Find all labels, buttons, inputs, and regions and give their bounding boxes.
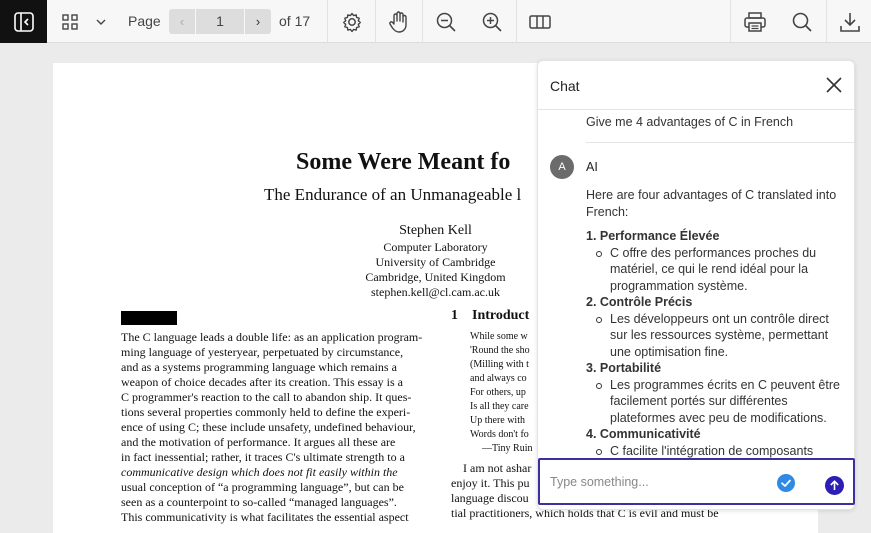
toolbar-divider [327,0,328,43]
settings-button[interactable] [329,0,374,43]
epigraph-line: Words don't fo [470,429,529,440]
download-icon [839,12,860,32]
advantage-title: 3. Portabilité [586,361,662,375]
advantage-description: C facilite l'intégration de composants [586,443,848,459]
send-button[interactable] [825,476,844,495]
ai-message: Here are four advantages of C translated… [586,187,848,458]
intro-text: I am not ashar enjoy it. This pu languag… [451,461,541,506]
epigraph-line: (Milling with t [470,359,529,370]
epigraph-line: Is all they care [470,401,529,412]
abstract-line: The C language leads a double life: as a… [121,330,423,344]
chat-header: Chat [538,61,854,110]
redacted-block [121,311,177,325]
message-divider [586,142,854,143]
print-icon [744,11,766,32]
intro-line: language discou [451,491,529,505]
abstract-line: ming language of yesteryear, perpetuated… [121,345,404,359]
previous-page-button[interactable]: ‹ [169,9,195,34]
abstract-line: and as a systems programming language wh… [121,360,397,374]
page-label: Page [128,13,161,29]
advantage-title: 2. Contrôle Précis [586,295,693,309]
abstract-line: communicative design which does not fit … [121,465,398,479]
epigraph-line: 'Round the sho [470,345,530,356]
download-button[interactable] [828,0,871,43]
zoom-in-icon [482,12,502,32]
section-heading: 1 Introduct [451,308,529,324]
two-page-view-button[interactable] [518,0,562,43]
abstract-line: and the motivation of performance. It ar… [121,435,396,449]
abstract-line: seen as a counterpoint to so-called “man… [121,495,397,509]
abstract-line: weapon of choice decades after its creat… [121,375,403,389]
check-circle-icon [777,474,795,492]
pan-tool-button[interactable] [377,0,421,43]
abstract-line: tions several properties commonly held t… [121,405,411,419]
toolbar-divider [422,0,423,43]
settings-icon [342,12,361,32]
section-title: Introduct [472,308,530,323]
list-item: 3. Portabilité Les programmes écrits en … [586,360,848,426]
chat-messages[interactable]: Give me 4 advantages of C in French A AI… [538,110,854,458]
section-number: 1 [451,308,458,323]
intro-line: I am not ashar [463,461,532,475]
advantage-title: 4. Communicativité [586,427,701,441]
chat-input[interactable] [550,472,770,492]
two-page-icon [529,14,551,29]
epigraph-line: Up there with [470,415,525,426]
grid-view-icon [62,13,78,30]
abstract-line: C programmer's reaction to the call to a… [121,390,412,404]
abstract-line: in fact inessential; rather, it traces C… [121,450,405,464]
advantage-description: Les développeurs ont un contrôle direct … [586,311,848,361]
advantage-description: C offre des performances proches du maté… [586,245,848,295]
close-chat-button[interactable] [824,75,844,95]
user-message: Give me 4 advantages of C in French [586,115,794,129]
toolbar-divider [375,0,376,43]
grid-view-button[interactable] [58,0,82,43]
paper-subtitle: The Endurance of an Unmanageable l [264,185,522,204]
epigraph-attribution: —Tiny Ruin [482,443,533,454]
close-icon [826,77,842,93]
abstract-line: This communicativity is what facilitates… [121,510,409,524]
toolbar-divider [826,0,827,43]
epigraph-line: and always co [470,373,527,384]
sidebar-toggle-button[interactable] [0,0,47,43]
search-icon [792,12,812,32]
zoom-out-icon [436,12,456,32]
toolbar: Page ‹ 1 › of 17 [0,0,871,43]
arrow-up-icon [830,480,839,490]
advantage-title: 1. Performance Élevée [586,229,720,243]
toolbar-divider [730,0,731,43]
list-item: 1. Performance Élevée C offre des perfor… [586,228,848,294]
next-page-button[interactable]: › [245,9,271,34]
ai-intro-text: Here are four advantages of C translated… [586,188,837,219]
abstract-line: usual conception of “a programming langu… [121,480,404,494]
sidebar-toggle-icon [13,11,34,32]
zoom-out-button[interactable] [424,0,468,43]
abstract-text: The C language leads a double life: as a… [121,330,424,525]
pan-hand-icon [389,10,407,33]
epigraph-line: While some w [470,331,528,342]
chevron-down-icon [96,19,106,25]
epigraph: While some w 'Round the sho (Milling wit… [470,330,540,456]
zoom-in-button[interactable] [470,0,514,43]
search-button[interactable] [780,0,824,43]
abstract-line: ence of using C; these include unsafety,… [121,420,416,434]
epigraph-line: For others, up [470,387,526,398]
chat-input-container [538,458,855,505]
list-item: 2. Contrôle Précis Les développeurs ont … [586,294,848,360]
advantage-description: Les programmes écrits en C peuvent être … [586,377,848,427]
list-item: 4. Communicativité C facilite l'intégrat… [586,426,848,458]
toolbar-divider [516,0,517,43]
chat-title: Chat [550,78,580,94]
avatar: A [550,155,574,179]
view-mode-dropdown[interactable] [92,0,110,43]
chat-panel: Chat Give me 4 advantages of C in French… [537,60,855,510]
intro-line: enjoy it. This pu [451,476,530,490]
paper-title: Some Were Meant fo [296,149,511,175]
page-total: of 17 [279,13,311,29]
spellcheck-button[interactable] [777,474,795,492]
print-button[interactable] [733,0,777,43]
page-number-input[interactable]: 1 [196,9,244,34]
ai-sender-name: AI [586,160,598,174]
